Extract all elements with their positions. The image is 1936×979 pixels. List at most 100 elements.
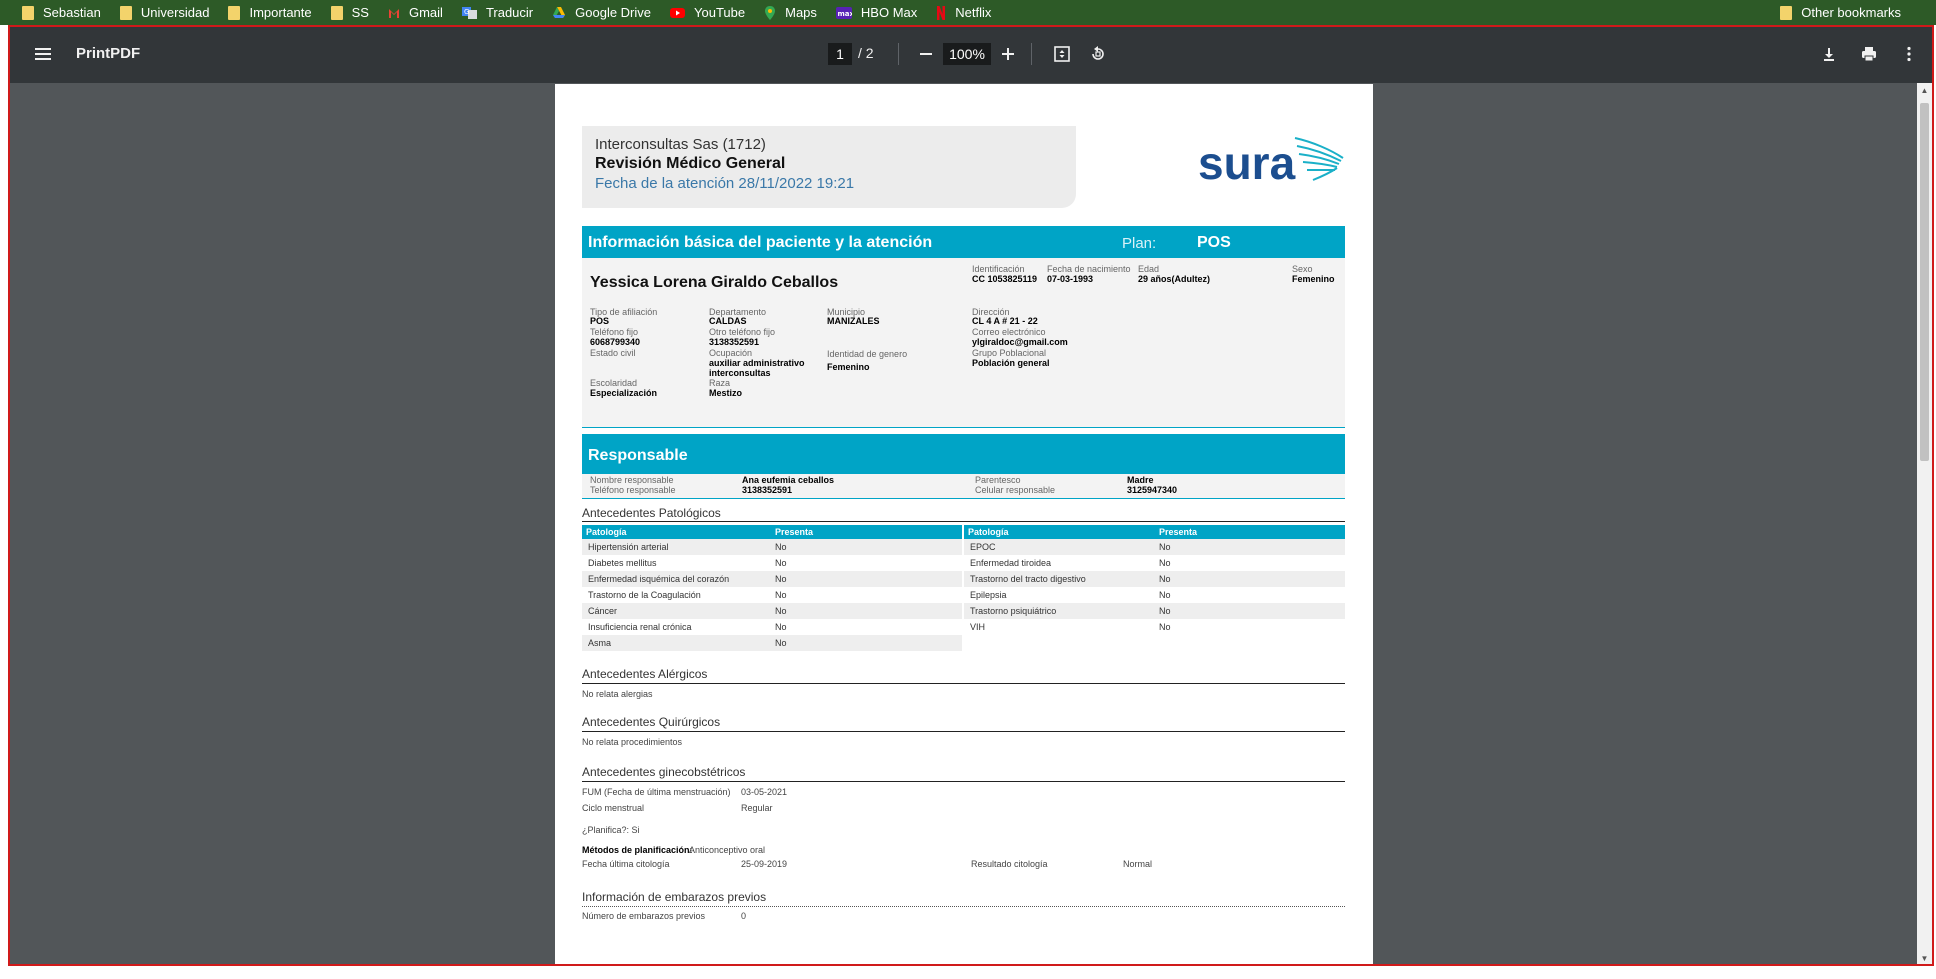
maps-icon: [765, 5, 776, 20]
bookmark-google-drive[interactable]: Google Drive: [552, 5, 651, 20]
field-label: Identificación: [972, 264, 1025, 274]
zoom-input[interactable]: 100%: [943, 43, 991, 65]
table-cell: No: [1159, 558, 1171, 568]
field-label: Correo electrónico: [972, 327, 1046, 337]
bookmark-gmail[interactable]: Gmail: [388, 5, 443, 20]
menu-icon[interactable]: [32, 43, 54, 65]
field-label: Raza: [709, 378, 731, 388]
field-value: Especialización: [590, 388, 658, 398]
field-value: 6068799340: [590, 337, 641, 347]
table-cell: Enfermedad tiroidea: [970, 558, 1052, 568]
table-cell: Trastorno de la Coagulación: [588, 590, 701, 600]
table-cell: Trastorno psiquiátrico: [970, 606, 1057, 616]
responsable-band: Responsable: [582, 434, 1345, 474]
table-cell: Cáncer: [588, 606, 618, 616]
field-label: Resultado citología: [971, 859, 1048, 869]
plan-label: Plan:: [1122, 235, 1157, 252]
bookmark-other[interactable]: Other bookmarks: [1780, 0, 1901, 25]
allergies-text: No relata alergias: [582, 689, 653, 699]
table-row: Hipertensión arterial No: [582, 539, 962, 555]
netflix-icon: [937, 5, 946, 20]
field-label: Número de embarazos previos: [582, 911, 706, 921]
zoom-out-button[interactable]: [916, 44, 936, 64]
section-title: Antecedentes Quirúrgicos: [582, 715, 721, 729]
table-row: Diabetes mellitus No: [582, 555, 962, 571]
section-rule: [582, 521, 1345, 522]
table-row: Cáncer No: [582, 603, 962, 619]
field-value: 03-05-2021: [741, 787, 788, 797]
table-cell: No: [775, 574, 787, 584]
scroll-up-arrow[interactable]: ▲: [1920, 86, 1929, 95]
bookmark-ss[interactable]: SS: [330, 5, 369, 20]
section-title: Antecedentes ginecobstétricos: [582, 765, 746, 779]
column-header: Patología: [968, 527, 1009, 537]
field-label: Ocupación: [709, 348, 753, 358]
section-rule: [582, 731, 1345, 732]
table-row: Trastorno psiquiátrico No: [964, 603, 1345, 619]
field-label: Teléfono responsable: [590, 485, 676, 495]
column-header: Patología: [586, 527, 627, 537]
field-value: CC 1053825119: [972, 274, 1038, 284]
table-row: Trastorno del tracto digestivo No: [964, 571, 1345, 587]
field-label: Identidad de genero: [827, 349, 908, 359]
folder-icon: [22, 5, 34, 20]
gmail-icon: [388, 8, 399, 18]
table-cell: No: [775, 606, 787, 616]
table-cell: Diabetes mellitus: [588, 558, 657, 568]
download-button[interactable]: [1818, 43, 1840, 65]
bookmark-hbo-max[interactable]: max HBO Max: [835, 5, 917, 20]
table-cell: No: [775, 590, 787, 600]
bookmark-youtube[interactable]: YouTube: [670, 5, 745, 20]
table-cell: Epilepsia: [970, 590, 1007, 600]
dotted-rule: [582, 906, 1345, 907]
youtube-icon: [670, 7, 686, 18]
section-rule: [582, 781, 1345, 782]
bookmark-netflix[interactable]: Netflix: [936, 5, 991, 20]
vertical-scrollbar[interactable]: ▲ ▼: [1917, 83, 1932, 964]
field-label: Nombre responsable: [590, 475, 674, 485]
bookmark-sebastian[interactable]: Sebastian: [22, 5, 101, 20]
field-value: CL 4 A # 21 - 22: [972, 316, 1038, 326]
page-total: / 2: [858, 45, 874, 61]
field-label: Estado civil: [590, 348, 636, 358]
bookmark-universidad[interactable]: Universidad: [119, 5, 209, 20]
scroll-down-arrow[interactable]: ▼: [1920, 954, 1929, 963]
zoom-in-button[interactable]: [998, 44, 1018, 64]
field-label: Sexo: [1292, 264, 1313, 274]
table-cell: Hipertensión arterial: [588, 542, 669, 552]
folder-icon: [228, 5, 241, 20]
bookmark-traducir[interactable]: G Traducir: [461, 5, 533, 20]
more-options-button[interactable]: [1898, 43, 1920, 65]
table-cell: No: [1159, 590, 1171, 600]
page-number-input[interactable]: 1: [828, 43, 852, 65]
field-label: Otro teléfono fijo: [709, 327, 776, 337]
pdf-toolbar: PrintPDF 1 / 2 100%: [10, 27, 1932, 83]
field-value: Mestizo: [709, 388, 743, 398]
column-header: Presenta: [775, 527, 814, 537]
field-value: Ana eufemia ceballos: [742, 475, 835, 485]
divider: [582, 427, 1345, 428]
field-value: 07-03-1993: [1047, 274, 1094, 284]
rotate-button[interactable]: [1087, 43, 1109, 65]
more-vert-icon: [1907, 46, 1911, 62]
table-row: Insuficiencia renal crónica No: [582, 619, 962, 635]
bookmark-maps[interactable]: Maps: [764, 5, 817, 20]
table-cell: No: [775, 542, 787, 552]
table-cell: Insuficiencia renal crónica: [588, 622, 692, 632]
svg-text:max: max: [837, 10, 852, 18]
plus-icon: [1002, 48, 1014, 60]
clinic-name: Interconsultas Sas (1712): [595, 136, 766, 153]
field-label: Fecha última citología: [582, 859, 670, 869]
table-row: Epilepsia No: [964, 587, 1345, 603]
scroll-thumb[interactable]: [1920, 103, 1929, 461]
bookmark-importante[interactable]: Importante: [228, 5, 312, 20]
field-value: 25-09-2019: [741, 859, 788, 869]
toolbar-divider: [1031, 43, 1032, 65]
minus-icon: [920, 53, 932, 55]
print-button[interactable]: [1858, 43, 1880, 65]
field-value: 29 años(Adultez): [1138, 274, 1211, 284]
basic-info-title: Información básica del paciente y la ate…: [588, 234, 933, 251]
field-label: Escolaridad: [590, 378, 638, 388]
field-value: ylgiraldoc@gmail.com: [972, 337, 1068, 347]
fit-to-page-button[interactable]: [1051, 43, 1073, 65]
